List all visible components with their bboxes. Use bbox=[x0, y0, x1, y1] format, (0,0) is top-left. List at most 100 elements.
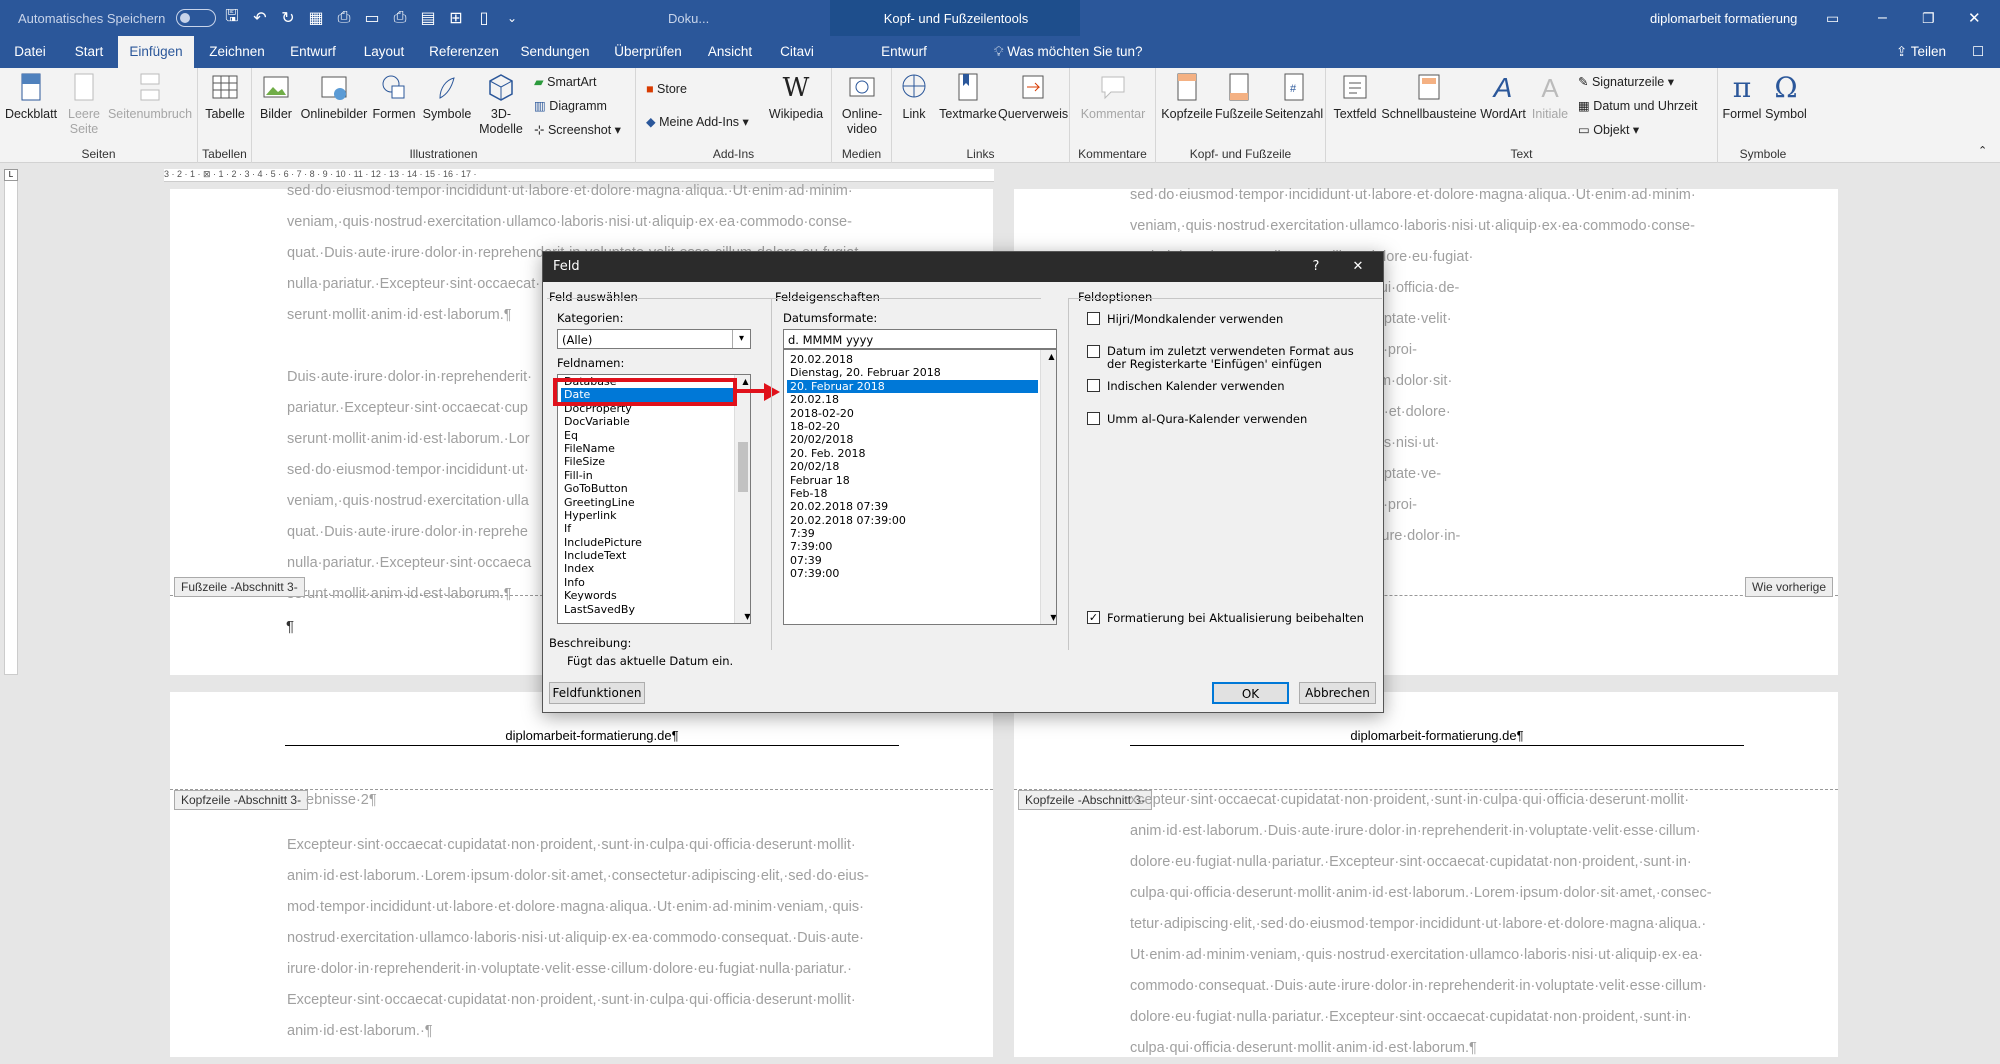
new-doc-icon[interactable]: ▯ bbox=[470, 8, 498, 28]
feldname-item[interactable]: FileSize bbox=[561, 455, 734, 468]
datumsformat-item[interactable]: 7:39:00 bbox=[787, 540, 1038, 553]
datumsformat-item[interactable]: 7:39 bbox=[787, 527, 1038, 540]
help-icon[interactable]: ? bbox=[1301, 252, 1331, 282]
indian-calendar-checkbox[interactable] bbox=[1087, 379, 1100, 392]
tab-selector-icon[interactable]: L bbox=[4, 169, 18, 181]
tab-zeichnen[interactable]: Zeichnen bbox=[204, 36, 270, 68]
ribbon-display-icon[interactable]: ▭ bbox=[1826, 0, 1839, 36]
kommentar-button[interactable]: Kommentar bbox=[1076, 72, 1150, 122]
diagramm-button[interactable]: ▥ Diagramm bbox=[534, 98, 607, 113]
datumsformat-item[interactable]: 20. Feb. 2018 bbox=[787, 447, 1038, 460]
querverweis-button[interactable]: Querverweis bbox=[998, 72, 1068, 122]
datumsformat-item[interactable]: 20. Februar 2018 bbox=[787, 379, 1038, 394]
fusszeile-button[interactable]: Fußzeile bbox=[1214, 72, 1264, 122]
wikipedia-button[interactable]: W Wikipedia bbox=[764, 72, 828, 122]
feldname-item[interactable]: GoToButton bbox=[561, 482, 734, 495]
seitenumbruch-button[interactable]: Seitenumbruch bbox=[104, 72, 196, 122]
tab-einfuegen[interactable]: Einfügen bbox=[118, 36, 194, 68]
feldname-item[interactable]: Fill-in bbox=[561, 469, 734, 482]
textmarke-button[interactable]: Textmarke bbox=[936, 72, 1000, 122]
formel-button[interactable]: π Formel bbox=[1722, 72, 1762, 122]
feldname-item[interactable]: FileName bbox=[561, 442, 734, 455]
vertical-ruler[interactable] bbox=[4, 175, 18, 675]
feldname-item[interactable]: Hyperlink bbox=[561, 509, 734, 522]
feldfunktionen-button[interactable]: Feldfunktionen bbox=[549, 682, 645, 704]
formen-button[interactable]: Formen bbox=[370, 72, 418, 122]
header-text-left[interactable]: diplomarbeit-formatierung.de¶ bbox=[285, 728, 899, 746]
textfeld-button[interactable]: Textfeld bbox=[1332, 72, 1378, 122]
last-format-checkbox[interactable] bbox=[1087, 345, 1100, 358]
feldname-item[interactable]: Eq bbox=[561, 429, 734, 442]
tab-citavi[interactable]: Citavi bbox=[770, 36, 824, 68]
smartart-button[interactable]: ▰ SmartArt bbox=[534, 74, 596, 89]
datumsformat-item[interactable]: 18-02-20 bbox=[787, 420, 1038, 433]
link-button[interactable]: Link bbox=[896, 72, 932, 122]
tab-referenzen[interactable]: Referenzen bbox=[424, 36, 504, 68]
feldname-item[interactable]: IncludePicture bbox=[561, 536, 734, 549]
initiale-button[interactable]: A Initiale bbox=[1530, 72, 1570, 122]
bilder-button[interactable]: Bilder bbox=[256, 72, 296, 122]
umm-al-qura-checkbox[interactable] bbox=[1087, 412, 1100, 425]
feldname-item[interactable]: Index bbox=[561, 562, 734, 575]
tab-ueberpruefen[interactable]: Überprüfen bbox=[606, 36, 690, 68]
link-to-previous-tag[interactable]: Wie vorherige bbox=[1745, 577, 1834, 597]
symbole-illu-button[interactable]: Symbole bbox=[420, 72, 474, 122]
symbol-button[interactable]: Ω Symbol bbox=[1764, 72, 1808, 122]
meine-addins-button[interactable]: ◆ Meine Add-Ins ▾ bbox=[646, 114, 749, 129]
store-button[interactable]: ■ Store bbox=[646, 82, 687, 96]
leere-seite-button[interactable]: Leere Seite bbox=[62, 72, 106, 137]
ok-button[interactable]: OK bbox=[1212, 682, 1289, 704]
close-window-icon[interactable]: ✕ bbox=[1968, 0, 1981, 36]
datumsformat-item[interactable]: 07:39:00 bbox=[787, 567, 1038, 580]
tab-sendungen[interactable]: Sendungen bbox=[516, 36, 594, 68]
format-painter-icon[interactable]: ▦ bbox=[302, 8, 330, 28]
hijri-checkbox[interactable] bbox=[1087, 312, 1100, 325]
scrollbar-thumb[interactable] bbox=[738, 442, 748, 492]
deckblatt-button[interactable]: Deckblatt bbox=[2, 72, 60, 122]
datumsformat-item[interactable]: Feb-18 bbox=[787, 487, 1038, 500]
objekt-button[interactable]: ▭ Objekt ▾ bbox=[1578, 122, 1639, 137]
tab-start[interactable]: Start bbox=[66, 36, 112, 68]
feldname-item[interactable]: LastSavedBy bbox=[561, 603, 734, 616]
print-preview-icon[interactable]: ⎙ bbox=[330, 9, 358, 27]
formate-scrollbar[interactable]: ▲ ▼ bbox=[1040, 350, 1056, 624]
datumsformate-list[interactable]: 20.02.2018 Dienstag, 20. Februar 2018 20. … bbox=[783, 349, 1057, 625]
minimize-icon[interactable]: – bbox=[1878, 0, 1887, 36]
feldname-item[interactable]: Keywords bbox=[561, 589, 734, 602]
footer-paragraph-mark[interactable]: ¶ bbox=[286, 618, 294, 635]
open-icon[interactable]: ▭ bbox=[358, 8, 386, 28]
header-text-right[interactable]: diplomarbeit-formatierung.de¶ bbox=[1130, 728, 1744, 746]
screenshot-button[interactable]: ⊹ Screenshot ▾ bbox=[534, 122, 621, 137]
abbrechen-button[interactable]: Abbrechen bbox=[1299, 682, 1376, 704]
feldname-item[interactable]: DocVariable bbox=[561, 415, 734, 428]
datumsformat-item[interactable]: 20.02.2018 bbox=[787, 353, 1038, 366]
tabelle-button[interactable]: Tabelle bbox=[202, 72, 248, 122]
chevron-down-icon[interactable]: ▾ bbox=[732, 330, 750, 348]
feldnamen-scrollbar[interactable]: ▲ ▼ bbox=[734, 375, 750, 623]
autosave-toggle[interactable] bbox=[168, 0, 216, 36]
datumsformat-item[interactable]: 07:39 bbox=[787, 554, 1038, 567]
datumsformat-item[interactable]: Februar 18 bbox=[787, 474, 1038, 487]
datumsformat-item[interactable]: 20.02.2018 07:39:00 bbox=[787, 514, 1038, 527]
customize-icon[interactable]: ⌄ bbox=[498, 11, 526, 25]
tab-layout[interactable]: Layout bbox=[356, 36, 412, 68]
datumsformat-item[interactable]: 2018-02-20 bbox=[787, 407, 1038, 420]
datum-uhrzeit-button[interactable]: ▦ Datum und Uhrzeit bbox=[1578, 98, 1698, 113]
datumsformat-item[interactable]: 20/02/18 bbox=[787, 460, 1038, 473]
onlinebilder-button[interactable]: Onlinebilder bbox=[300, 72, 368, 122]
feldname-item[interactable]: IncludeText bbox=[561, 549, 734, 562]
3d-modelle-button[interactable]: 3D-Modelle bbox=[478, 72, 524, 137]
tell-me-search[interactable]: 💡︎ Was möchten Sie tun? bbox=[994, 36, 1154, 68]
tab-datei[interactable]: Datei bbox=[6, 36, 54, 68]
datumsformat-item[interactable]: 20.02.18 bbox=[787, 393, 1038, 406]
redo-icon[interactable]: ↻ bbox=[274, 8, 302, 28]
wordart-button[interactable]: A WordArt bbox=[1476, 72, 1530, 122]
maximize-icon[interactable]: ❐ bbox=[1922, 0, 1935, 36]
undo-icon[interactable]: ↶ bbox=[246, 8, 274, 28]
onlinevideo-button[interactable]: Online-video bbox=[836, 72, 888, 137]
format-input[interactable]: d. MMMM yyyy bbox=[783, 329, 1057, 349]
kopfzeile-button[interactable]: Kopfzeile bbox=[1160, 72, 1214, 122]
schnellbausteine-button[interactable]: Schnellbausteine bbox=[1380, 72, 1478, 122]
save-icon[interactable]: 🖫 bbox=[218, 5, 246, 32]
signaturzeile-button[interactable]: ✎ Signaturzeile ▾ bbox=[1578, 74, 1674, 89]
